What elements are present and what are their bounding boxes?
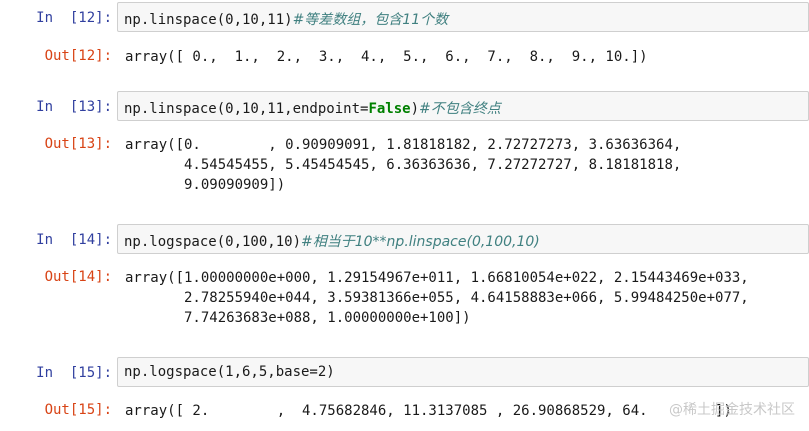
function-args: (0,100,10) xyxy=(216,234,302,250)
function-args: (0,10,11,endpoint= xyxy=(216,101,369,117)
code-line: np.logspace(1,6,5,base=2) xyxy=(124,364,335,380)
cell-output: array([ 2. , 4.75682846, 11.3137085 , 26… xyxy=(125,403,732,419)
code-input-cell[interactable]: np.logspace(0,100,10)#相当于10**np.linspace… xyxy=(117,224,809,254)
code-comment: #不包含终点 xyxy=(419,101,501,117)
code-input-cell[interactable]: np.linspace(0,10,11,endpoint=False)#不包含终… xyxy=(117,91,809,121)
code-line: np.logspace(0,100,10)#相当于10**np.linspace… xyxy=(124,231,540,251)
function-call: np.linspace xyxy=(124,12,217,28)
cell-output: array([1.00000000e+000, 1.29154967e+011,… xyxy=(125,270,749,326)
cell-output: array([0. , 0.90909091, 1.81818182, 2.72… xyxy=(125,137,682,193)
function-call: np.logspace xyxy=(124,234,217,250)
code-line: np.linspace(0,10,11)#等差数组，包含11个数 xyxy=(124,9,448,29)
in-prompt: In [12]: xyxy=(36,10,112,26)
code-line: np.linspace(0,10,11,endpoint=False)#不包含终… xyxy=(124,98,501,118)
out-prompt: Out[13]: xyxy=(44,136,112,152)
function-call: np.logspace xyxy=(124,364,217,380)
code-input-cell[interactable]: np.linspace(0,10,11)#等差数组，包含11个数 xyxy=(117,2,809,32)
in-prompt: In [14]: xyxy=(36,232,112,248)
function-args: (0,10,11) xyxy=(216,12,293,28)
in-prompt: In [15]: xyxy=(36,365,112,381)
code-input-cell[interactable]: np.logspace(1,6,5,base=2) xyxy=(117,357,809,387)
watermark: @稀土掘金技术社区 xyxy=(669,402,795,418)
function-call: np.linspace xyxy=(124,101,217,117)
out-prompt: Out[12]: xyxy=(44,48,112,64)
function-args: (1,6,5,base=2) xyxy=(216,364,335,380)
in-prompt: In [13]: xyxy=(36,99,112,115)
cell-output: array([ 0., 1., 2., 3., 4., 5., 6., 7., … xyxy=(125,49,648,65)
out-prompt: Out[15]: xyxy=(44,402,112,418)
out-prompt: Out[14]: xyxy=(44,269,112,285)
keyword-false: False xyxy=(368,101,411,117)
function-args-close: ) xyxy=(410,101,420,117)
code-comment: #等差数组，包含11个数 xyxy=(292,12,449,28)
code-comment: #相当于10**np.linspace(0,100,10) xyxy=(301,234,540,250)
